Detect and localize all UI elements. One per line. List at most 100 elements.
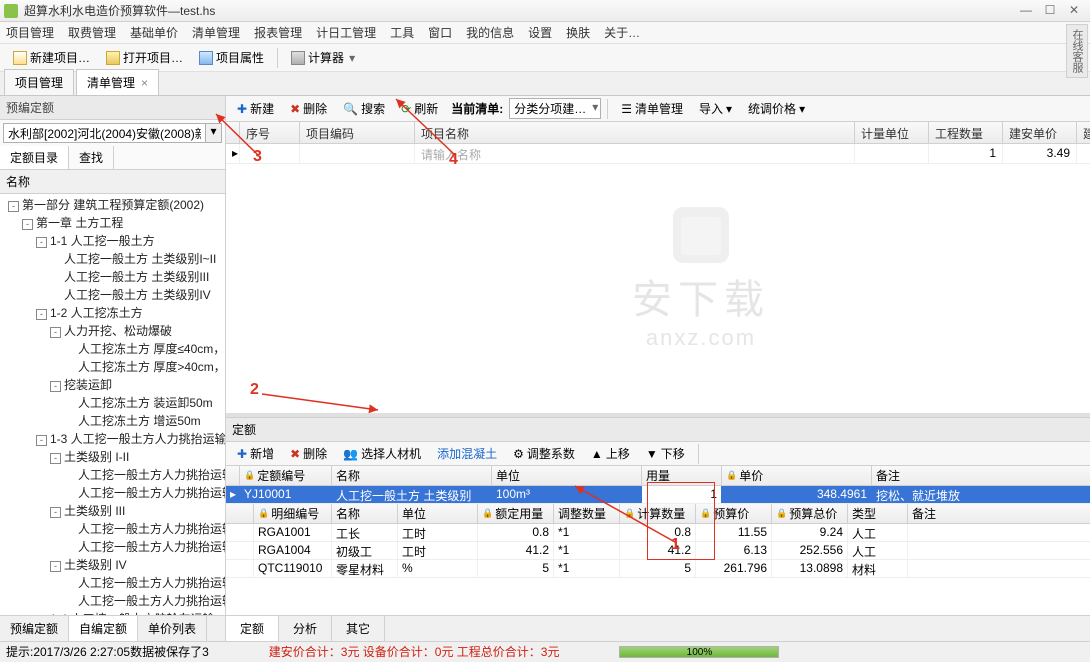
expand-icon[interactable]: - <box>50 381 61 392</box>
q-concrete-button[interactable]: 添加混凝土 <box>430 442 504 465</box>
tree-node[interactable]: 人工挖冻土方 增运50m <box>0 412 225 430</box>
list-manage-button[interactable]: ☰ 清单管理 <box>614 97 690 120</box>
menu-report[interactable]: 报表管理 <box>254 24 302 41</box>
menu-about[interactable]: 关于… <box>604 24 640 41</box>
menu-fee[interactable]: 取费管理 <box>68 24 116 41</box>
expand-icon[interactable]: - <box>50 327 61 338</box>
tree-node[interactable]: 人工挖一般土方 土类级别III <box>0 268 225 286</box>
quota-combo-input[interactable] <box>3 123 206 143</box>
separator <box>277 48 278 68</box>
tree-node[interactable]: 人工挖一般土方人力挑抬运输 挖装 <box>0 574 225 592</box>
chevron-down-icon[interactable]: ▾ <box>206 123 222 143</box>
tree-node[interactable]: -1-3 人工挖一般土方人力挑抬运输 <box>0 430 225 448</box>
project-prop-button[interactable]: 项目属性 <box>192 46 271 69</box>
menu-daywork[interactable]: 计日工管理 <box>316 24 376 41</box>
menu-window[interactable]: 窗口 <box>428 24 452 41</box>
minimize-button[interactable]: — <box>1014 3 1038 19</box>
bottab-custom[interactable]: 自编定额 <box>69 616 138 641</box>
q-coeff-button[interactable]: ⚙ 调整系数 <box>506 442 582 465</box>
expand-icon[interactable]: - <box>50 561 61 572</box>
tree-node[interactable]: -土类级别 I-II <box>0 448 225 466</box>
menu-base[interactable]: 基础单价 <box>130 24 178 41</box>
col-code[interactable]: 项目编码 <box>300 122 415 143</box>
list-new-button[interactable]: ✚ 新建 <box>230 97 281 120</box>
tree-node[interactable]: -土类级别 III <box>0 502 225 520</box>
q-rcj-button[interactable]: 👥 选择人材机 <box>336 442 428 465</box>
list-import-button[interactable]: 导入 ▾ <box>692 97 739 120</box>
q-down-button[interactable]: ▼ 下移 <box>639 442 692 465</box>
tree-node[interactable]: 人工挖一般土方 土类级别I~II <box>0 250 225 268</box>
tree-node[interactable]: -人力开挖、松动爆破 <box>0 322 225 340</box>
q-new-button[interactable]: ✚ 新增 <box>230 442 281 465</box>
col-seq[interactable]: 序号 <box>240 122 300 143</box>
detail-row[interactable]: RGA1001工长工时0.8*10.811.559.24人工 <box>226 524 1090 542</box>
quota-combo[interactable]: ▾ <box>3 123 222 143</box>
tab-project[interactable]: 项目管理 <box>4 69 74 95</box>
tree-node[interactable]: 人工挖一般土方人力挑抬运输 增运 <box>0 538 225 556</box>
new-project-button[interactable]: 新建项目… <box>6 46 97 69</box>
col-total[interactable]: 建安合价 <box>1077 122 1090 143</box>
list-grid-body[interactable]: ▸ 请输入名称 1 3.49 3 安下载 anxz.com <box>226 144 1090 413</box>
q-up-button[interactable]: ▲ 上移 <box>584 442 637 465</box>
bottab-preset[interactable]: 预编定额 <box>0 616 69 641</box>
tree-node[interactable]: 人工挖冻土方 装运卸50m <box>0 394 225 412</box>
tree-node[interactable]: 人工挖冻土方 厚度>40cm，松动 <box>0 358 225 376</box>
tab-list[interactable]: 清单管理× <box>76 69 159 95</box>
bottab-pricelist[interactable]: 单价列表 <box>138 616 207 641</box>
list-type-combo[interactable]: 分类分项建… <box>509 98 601 119</box>
expand-icon[interactable]: - <box>50 453 61 464</box>
col-unit[interactable]: 计量单位 <box>855 122 929 143</box>
list-row[interactable]: ▸ 请输入名称 1 3.49 3 <box>226 144 1090 164</box>
col-qty[interactable]: 工程数量 <box>929 122 1003 143</box>
list-unify-button[interactable]: 统调价格 ▾ <box>741 97 812 120</box>
expand-icon[interactable]: - <box>50 507 61 518</box>
expand-icon[interactable]: - <box>22 219 33 230</box>
calculator-button[interactable]: 计算器▾ <box>284 46 362 69</box>
tree-node[interactable]: 人工挖一般土方人力挑抬运输 增运 <box>0 484 225 502</box>
tree-node[interactable]: -1-1 人工挖一般土方 <box>0 232 225 250</box>
expand-icon[interactable]: - <box>36 309 47 320</box>
close-button[interactable]: ✕ <box>1062 3 1086 19</box>
bptab-other[interactable]: 其它 <box>332 616 385 641</box>
quota-row-selected[interactable]: ▸ YJ10001 人工挖一般土方 土类级别I~II 100m³ 1 348.4… <box>226 486 1090 504</box>
tree-node[interactable]: -挖装运卸 <box>0 376 225 394</box>
bptab-analysis[interactable]: 分析 <box>279 616 332 641</box>
subtab-search[interactable]: 查找 <box>69 146 114 169</box>
list-del-button[interactable]: ✖ 删除 <box>283 97 334 120</box>
new-icon <box>13 51 27 65</box>
tree-node[interactable]: -1-2 人工挖冻土方 <box>0 304 225 322</box>
tree-node[interactable]: -土类级别 IV <box>0 556 225 574</box>
expand-icon[interactable]: - <box>36 435 47 446</box>
detail-row[interactable]: RGA1004初级工工时41.2*141.26.13252.556人工 <box>226 542 1090 560</box>
tree-node[interactable]: 人工挖一般土方人力挑抬运输 挖装 <box>0 466 225 484</box>
menu-settings[interactable]: 设置 <box>528 24 552 41</box>
menu-list[interactable]: 清单管理 <box>192 24 240 41</box>
q-del-button[interactable]: ✖ 删除 <box>283 442 334 465</box>
menu-project[interactable]: 项目管理 <box>6 24 54 41</box>
close-icon[interactable]: × <box>141 76 148 90</box>
list-refresh-button[interactable]: ⟳ 刷新 <box>394 97 445 120</box>
open-project-button[interactable]: 打开项目… <box>99 46 190 69</box>
tree-node[interactable]: 人工挖一般土方 土类级别IV <box>0 286 225 304</box>
detail-row[interactable]: QTC119010零星材料费%5*15261.79613.0898材料 <box>226 560 1090 578</box>
col-price[interactable]: 建安单价 <box>1003 122 1077 143</box>
list-search-button[interactable]: 🔍 搜索 <box>336 97 392 120</box>
menu-tools[interactable]: 工具 <box>390 24 414 41</box>
tree-node[interactable]: 人工挖冻土方 厚度≤40cm，人力 <box>0 340 225 358</box>
col-name[interactable]: 项目名称 <box>415 122 855 143</box>
tree-node[interactable]: -第一部分 建筑工程预算定额(2002) <box>0 196 225 214</box>
tree-node[interactable]: -第一章 土方工程 <box>0 214 225 232</box>
expand-icon[interactable]: - <box>36 237 47 248</box>
subtab-catalog[interactable]: 定额目录 <box>0 146 69 169</box>
sidebar: 预编定额 ▾ 定额目录 查找 名称 -第一部分 建筑工程预算定额(2002)-第… <box>0 96 226 641</box>
tree-node[interactable]: 人工挖一般土方人力挑抬运输 增运 <box>0 592 225 610</box>
bptab-quota[interactable]: 定额 <box>226 616 279 641</box>
menu-skin[interactable]: 换肤 <box>566 24 590 41</box>
quota-tree[interactable]: -第一部分 建筑工程预算定额(2002)-第一章 土方工程-1-1 人工挖一般土… <box>0 194 225 615</box>
maximize-button[interactable]: ☐ <box>1038 3 1062 19</box>
menu-myinfo[interactable]: 我的信息 <box>466 24 514 41</box>
tree-node[interactable]: 人工挖一般土方人力挑抬运输 挖装 <box>0 520 225 538</box>
app-icon <box>4 4 18 18</box>
online-service-tab[interactable]: 在线客服 <box>1066 24 1088 78</box>
expand-icon[interactable]: - <box>8 201 19 212</box>
